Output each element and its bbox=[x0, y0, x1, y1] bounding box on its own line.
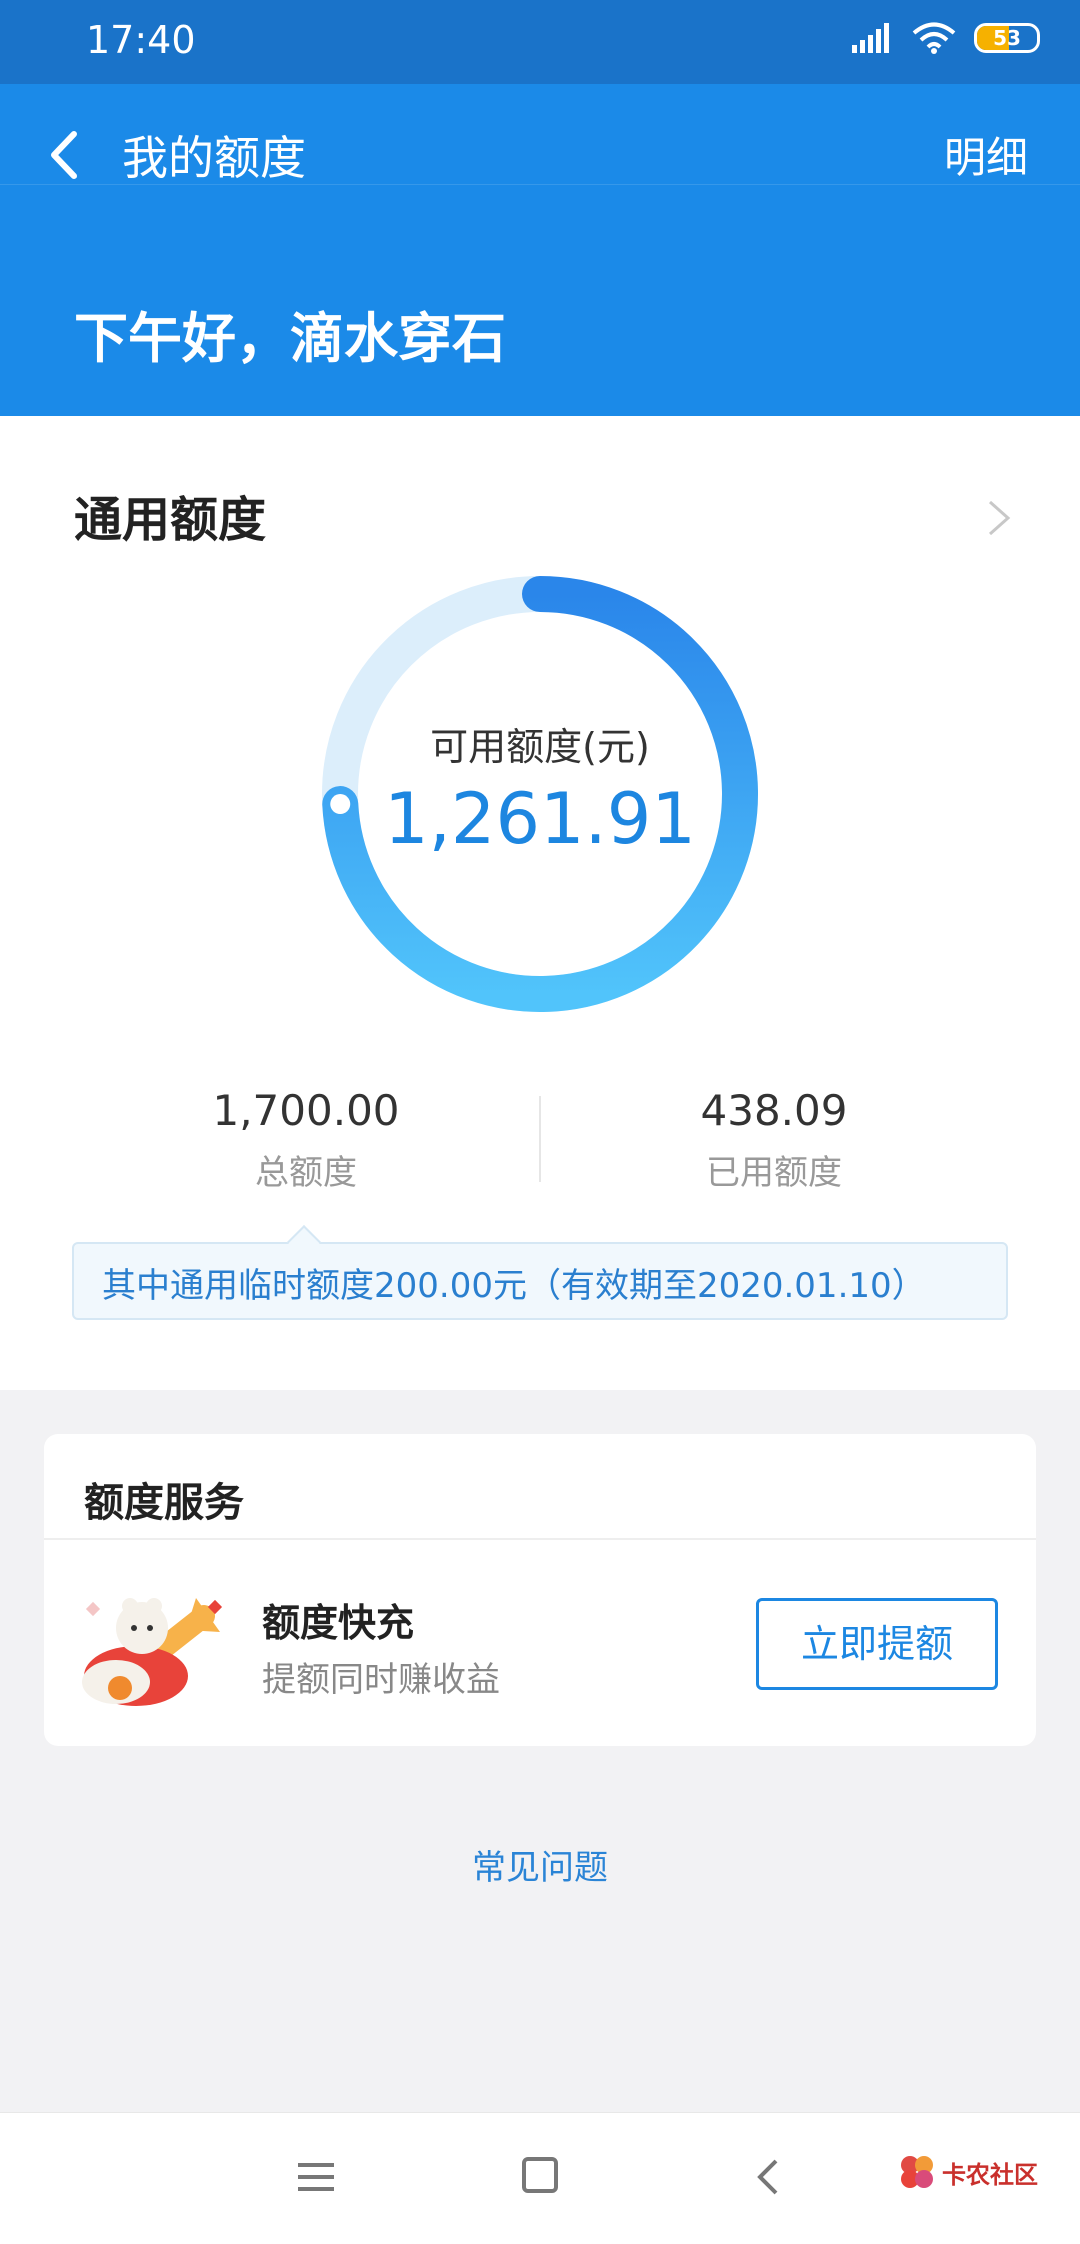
status-bar: 17:40 53 bbox=[0, 0, 1080, 84]
status-icons: 53 bbox=[852, 22, 1040, 54]
credit-title[interactable]: 通用额度 bbox=[74, 480, 266, 550]
stat-divider bbox=[539, 1096, 541, 1182]
home-icon[interactable] bbox=[522, 2157, 558, 2193]
used-credit-value: 438.09 bbox=[700, 1086, 848, 1135]
wifi-icon bbox=[912, 22, 956, 54]
temp-credit-text: 其中通用临时额度200.00元（有效期至2020.01.10） bbox=[102, 1266, 926, 1306]
signal-icon bbox=[852, 23, 889, 53]
total-credit: 1,700.00 总额度 bbox=[96, 1086, 516, 1194]
service-item-desc: 提额同时赚收益 bbox=[262, 1660, 500, 1700]
total-credit-label: 总额度 bbox=[255, 1153, 357, 1193]
header: 我的额度 明细 下午好，滴水穿石 bbox=[0, 84, 1080, 416]
watermark-text: 卡农社区 bbox=[942, 2160, 1038, 2189]
nav-divider bbox=[0, 184, 1080, 185]
greeting-text: 下午好，滴水穿石 bbox=[74, 307, 506, 370]
chevron-right-icon[interactable] bbox=[984, 496, 1014, 540]
battery-level: 53 bbox=[993, 26, 1021, 50]
notice-pointer bbox=[287, 1225, 321, 1259]
service-section-title: 额度服务 bbox=[84, 1480, 244, 1526]
faq-link[interactable]: 常见问题 bbox=[0, 1840, 1080, 1889]
service-panel: 额度服务 额度快充 提额同时赚收益 立即提额 bbox=[44, 1434, 1036, 1746]
total-credit-value: 1,700.00 bbox=[212, 1086, 400, 1135]
back-arrow-icon[interactable] bbox=[40, 120, 90, 190]
watermark-logo-icon bbox=[901, 2156, 933, 2188]
detail-link[interactable]: 明细 bbox=[944, 124, 1028, 185]
available-value: 1,261.91 bbox=[384, 778, 696, 860]
battery-icon: 53 bbox=[974, 23, 1040, 53]
service-item-name: 额度快充 bbox=[262, 1601, 415, 1645]
raise-credit-button[interactable]: 立即提额 bbox=[756, 1598, 998, 1690]
used-credit: 438.09 已用额度 bbox=[564, 1086, 984, 1194]
service-divider bbox=[44, 1538, 1036, 1540]
watermark: 卡农社区 bbox=[898, 2153, 1038, 2191]
system-back-icon[interactable] bbox=[754, 2155, 782, 2199]
status-time: 17:40 bbox=[86, 18, 196, 62]
credit-panel: 通用额度 可用额度(元) 1,261.91 1,700.00 总额度 438.0… bbox=[0, 416, 1080, 1390]
system-nav-bar: 卡农社区 bbox=[0, 2112, 1080, 2244]
menu-icon[interactable] bbox=[298, 2157, 334, 2197]
mascot-image bbox=[82, 1598, 223, 1706]
used-credit-label: 已用额度 bbox=[706, 1153, 842, 1193]
temp-credit-notice: 其中通用临时额度200.00元（有效期至2020.01.10） bbox=[72, 1225, 1008, 1320]
page-title: 我的额度 bbox=[122, 131, 306, 185]
available-label: 可用额度(元) bbox=[430, 725, 650, 769]
